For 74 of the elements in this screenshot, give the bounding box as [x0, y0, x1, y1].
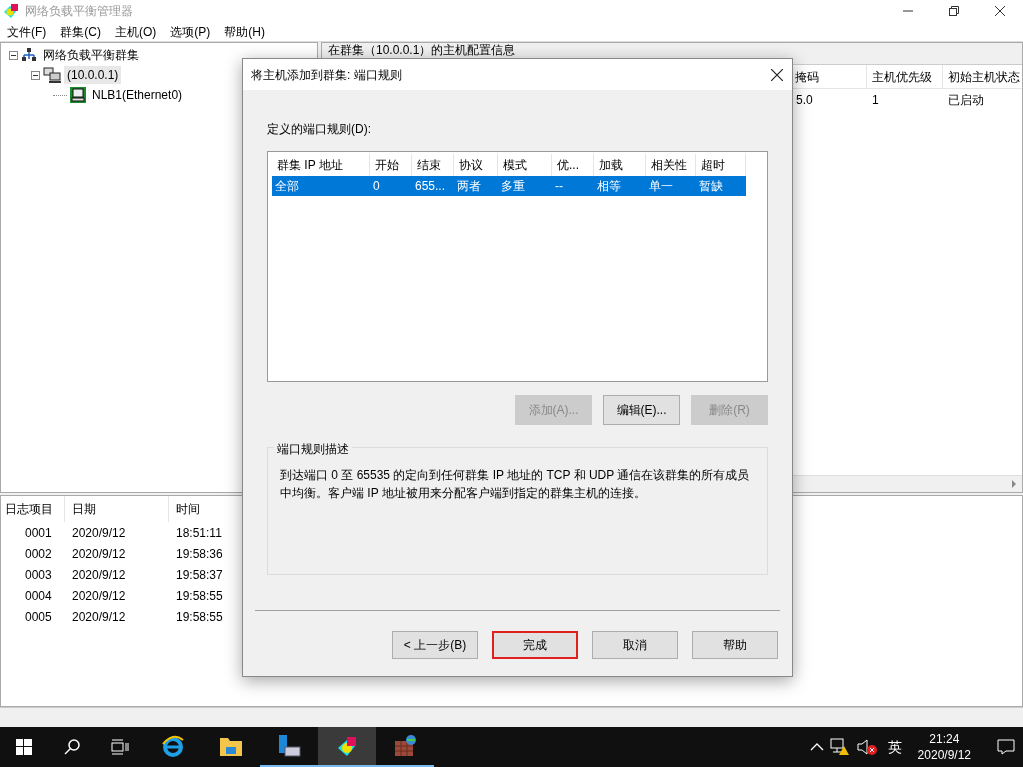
network-warning-icon[interactable]: [829, 738, 850, 756]
tree-item[interactable]: NLB1(Ethernet0): [89, 86, 186, 104]
menu-item[interactable]: 文件(F): [0, 22, 54, 41]
dialog-button[interactable]: 取消: [592, 631, 678, 659]
table-cell-text: 19:58:37: [175, 566, 224, 584]
list-label: 定义的端口规则(D):: [267, 121, 372, 138]
column-header[interactable]: 日期: [65, 496, 169, 522]
input-method-indicator[interactable]: 英: [883, 736, 906, 758]
dialog-button[interactable]: 帮助: [692, 631, 778, 659]
table-cell-text: 单一: [648, 178, 674, 195]
table-cell-text: 19:58:55: [175, 587, 224, 605]
menu-item[interactable]: 群集(C): [53, 22, 108, 41]
menu-item[interactable]: 主机(O): [108, 22, 164, 41]
action-button[interactable]: 编辑(E)...: [603, 395, 680, 425]
tree-item[interactable]: (10.0.0.1): [64, 66, 122, 84]
table-cell-text: 多重: [500, 178, 526, 195]
table-cell-text: 两者: [456, 178, 482, 195]
table-cell-text: 18:51:11: [175, 524, 223, 542]
pane-title: 在群集（10.0.0.1）的主机配置信息: [328, 44, 516, 57]
table-cell-text: 暂缺: [698, 178, 724, 195]
app-icon: [3, 3, 19, 19]
toolbox-icon: [393, 734, 417, 758]
clock-time: 21:24: [929, 731, 960, 747]
table-cell-text: 2020/9/12: [71, 524, 127, 542]
table-cell-text: 5.0: [795, 92, 814, 109]
computers-icon: [43, 67, 61, 83]
taskbar-app[interactable]: [318, 727, 376, 767]
server-manager-icon: [277, 734, 301, 758]
column-header[interactable]: 日志项目: [1, 496, 65, 522]
dialog-title: 将主机添加到群集: 端口规则: [251, 66, 402, 84]
group-title: 端口规则描述: [274, 440, 352, 458]
computer-icon: [70, 87, 86, 103]
table-cell-text: 19:58:55: [175, 608, 224, 626]
tree-item[interactable]: 网络负载平衡群集: [40, 46, 142, 64]
column-header[interactable]: 掩码: [790, 65, 866, 88]
table-cell-text: 2020/9/12: [71, 587, 127, 605]
clock[interactable]: 21:24 2020/9/12: [911, 731, 977, 763]
table-cell-text: 2020/9/12: [71, 608, 127, 626]
column-header[interactable]: 初始主机状态: [942, 65, 1018, 88]
table-cell-text: 0005: [24, 608, 53, 626]
table-cell-text: 已启动: [947, 92, 985, 109]
table-cell-text: 1: [871, 92, 880, 109]
browser-icon: [161, 734, 185, 758]
notification-icon[interactable]: [997, 739, 1015, 755]
table-cell-text: 0004: [24, 587, 53, 605]
window-title: 网络负载平衡管理器: [25, 3, 133, 20]
table-cell-text: 19:58:36: [175, 545, 224, 563]
network-icon: [21, 47, 37, 63]
dialog-button[interactable]: 完成: [492, 631, 578, 659]
folder-icon: [219, 735, 243, 757]
menu-item[interactable]: 选项(P): [163, 22, 218, 41]
muted-speaker-icon[interactable]: [855, 738, 878, 756]
table-cell-text: 2020/9/12: [71, 566, 127, 584]
expander-icon[interactable]: [31, 70, 40, 80]
column-header[interactable]: 主机优先级: [866, 65, 942, 88]
chevron-up-icon[interactable]: [809, 742, 824, 752]
search-icon: [64, 739, 80, 755]
table-cell-text: --: [554, 178, 564, 195]
table-cell-text: 全部: [274, 178, 300, 195]
dialog-button[interactable]: < 上一步(B): [392, 631, 478, 659]
clock-date: 2020/9/12: [917, 747, 971, 763]
expander-icon[interactable]: [9, 50, 18, 60]
table-cell-text: 0001: [24, 524, 53, 542]
table-cell-text: 2020/9/12: [71, 545, 127, 563]
table-cell-text: 0002: [24, 545, 53, 563]
table-cell-text: 相等: [596, 178, 622, 195]
table-cell-text: 0: [372, 178, 381, 195]
scroll-right-icon[interactable]: [1010, 480, 1018, 488]
menu-item[interactable]: 帮助(H): [217, 22, 272, 41]
windows-icon: [16, 739, 32, 755]
task-view-icon: [111, 739, 129, 755]
table-cell-text: 655...: [414, 178, 447, 195]
list-row[interactable]: 全部 0 655... 两者 多重 -- 相等 单一 暂缺: [272, 176, 746, 196]
table-cell-text: 0003: [24, 566, 53, 584]
